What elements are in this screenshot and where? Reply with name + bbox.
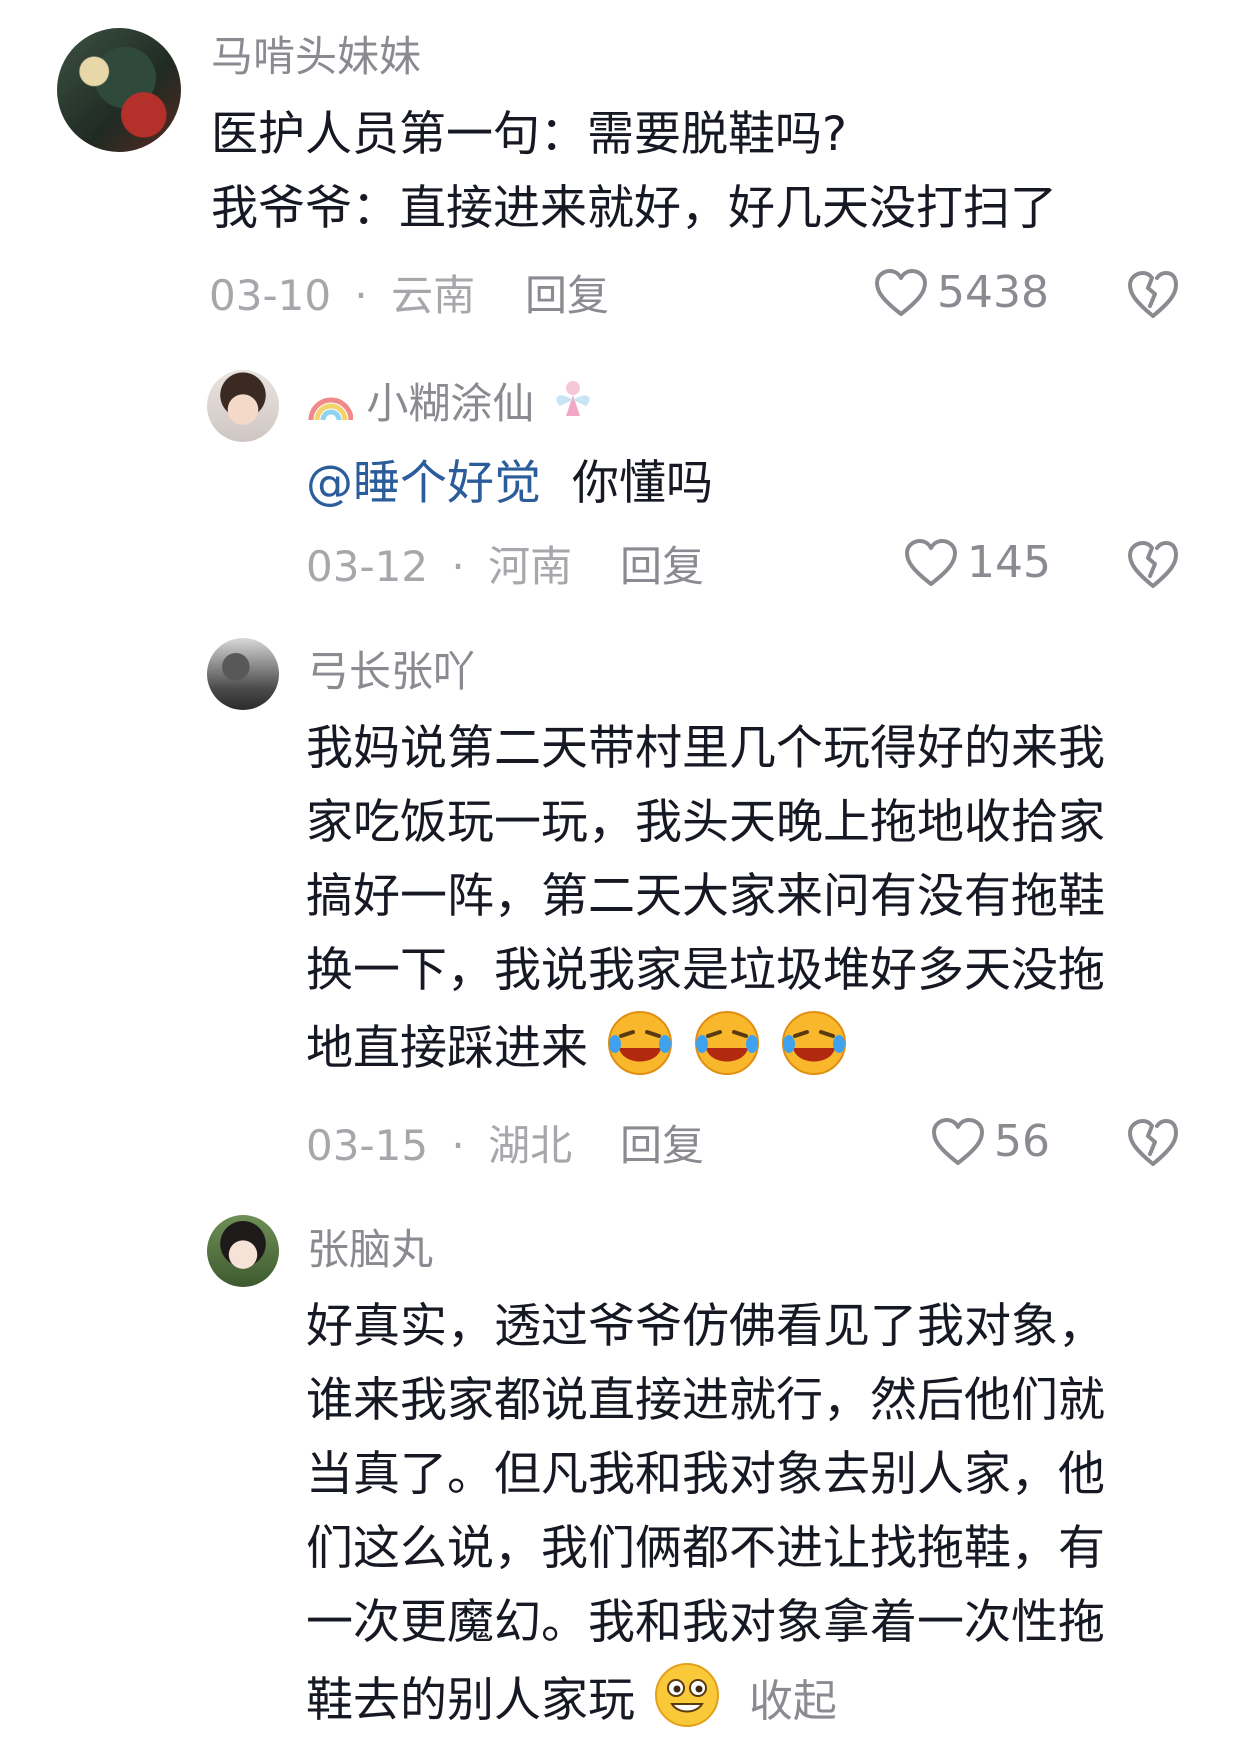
rolling-laugh-emoji-icon xyxy=(607,1011,672,1075)
avatar[interactable] xyxy=(207,370,279,442)
collapse-button[interactable]: 收起 xyxy=(749,1676,837,1727)
comment-meta: 03-15 · 湖北 xyxy=(306,1125,572,1167)
username[interactable]: 弓长张吖 xyxy=(307,651,475,693)
username-row[interactable]: 小糊涂仙 xyxy=(307,378,598,425)
comment-text: 医护人员第一句：需要脱鞋吗? 我爷爷：直接进来就好，好几天没打扫了 xyxy=(211,98,1057,246)
rolling-laugh-emoji-icon xyxy=(694,1011,759,1075)
comment-line: 换一下，我说我家是垃圾堆好多天没拖 xyxy=(306,943,1105,998)
avatar[interactable] xyxy=(207,1215,279,1287)
dislike-button[interactable] xyxy=(1126,1118,1180,1168)
reply-button[interactable]: 回复 xyxy=(525,275,609,317)
comment-text: 我妈说第二天带村里几个玩得好的来我 家吃饭玩一玩，我头天晚上拖地收拾家 搞好一阵… xyxy=(306,712,1105,1086)
like-button[interactable]: 56 xyxy=(930,1117,1050,1167)
comment-line: 你懂吗 xyxy=(571,456,713,511)
username[interactable]: 马啃头妹妹 xyxy=(211,36,421,78)
broken-heart-icon xyxy=(1128,541,1178,588)
rainbow-icon xyxy=(308,397,353,421)
comment-line: 搞好一阵，第二天大家来问有没有拖鞋 xyxy=(306,869,1105,924)
comment-line: 一次更魔幻。我和我对象拿着一次性拖 xyxy=(306,1595,1105,1650)
like-count: 56 xyxy=(994,1116,1050,1167)
comment-date: 03-10 xyxy=(209,271,332,320)
like-count: 5438 xyxy=(937,267,1049,318)
comment-line: 医护人员第一句：需要脱鞋吗? xyxy=(211,107,847,162)
comment-line: 地直接踩进来 xyxy=(306,1021,588,1076)
comment-line: 谁来我家都说直接进就行，然后他们就 xyxy=(306,1373,1105,1428)
separator: · xyxy=(354,271,368,320)
comment-line: 好真实，透过爷爷仿佛看见了我对象， xyxy=(306,1299,1105,1354)
rolling-laugh-emoji-icon xyxy=(781,1011,846,1075)
comment-line: 我爷爷：直接进来就好，好几天没打扫了 xyxy=(211,181,1057,236)
broken-heart-icon xyxy=(1128,271,1178,318)
like-count: 145 xyxy=(967,537,1051,588)
mention-link[interactable]: @睡个好觉 xyxy=(306,456,541,511)
comment-location: 湖北 xyxy=(488,1121,573,1170)
heart-icon xyxy=(875,269,927,316)
dislike-button[interactable] xyxy=(1126,540,1180,590)
reply-button[interactable]: 回复 xyxy=(620,1125,704,1167)
heart-icon xyxy=(905,539,957,586)
comment-line: 家吃饭玩一玩，我头天晚上拖地收拾家 xyxy=(306,795,1105,850)
comment-date: 03-12 xyxy=(306,542,429,591)
dislike-button[interactable] xyxy=(1126,270,1180,320)
broken-heart-icon xyxy=(1128,1119,1178,1166)
comment-text: @睡个好觉 你懂吗 xyxy=(306,447,713,521)
comment-date: 03-15 xyxy=(306,1121,429,1170)
like-button[interactable]: 5438 xyxy=(873,268,1049,318)
reply-button[interactable]: 回复 xyxy=(620,546,704,588)
username: 小糊涂仙 xyxy=(366,379,535,428)
comment-line: 们这么说，我们俩都不进让找拖鞋，有 xyxy=(306,1521,1105,1576)
comment-line: 鞋去的别人家玩 xyxy=(306,1673,635,1728)
heart-icon xyxy=(932,1118,984,1165)
comment-meta: 03-12 · 河南 xyxy=(306,546,572,588)
comment-location: 河南 xyxy=(488,542,573,591)
comment-text: 好真实，透过爷爷仿佛看见了我对象， 谁来我家都说直接进就行，然后他们就 当真了。… xyxy=(306,1290,1105,1739)
separator: · xyxy=(451,542,465,591)
comment-line: 我妈说第二天带村里几个玩得好的来我 xyxy=(306,721,1105,776)
comment-location: 云南 xyxy=(391,271,476,320)
avatar[interactable] xyxy=(57,28,181,152)
avatar[interactable] xyxy=(207,638,279,710)
like-button[interactable]: 145 xyxy=(903,538,1051,588)
comment-line: 当真了。但凡我和我对象去别人家，他 xyxy=(306,1447,1105,1502)
username[interactable]: 张脑丸 xyxy=(307,1229,433,1271)
fairy-icon xyxy=(556,381,590,416)
separator: · xyxy=(451,1121,465,1170)
grin-emoji-icon xyxy=(654,1663,719,1727)
comment-meta: 03-10 · 云南 xyxy=(209,275,475,317)
